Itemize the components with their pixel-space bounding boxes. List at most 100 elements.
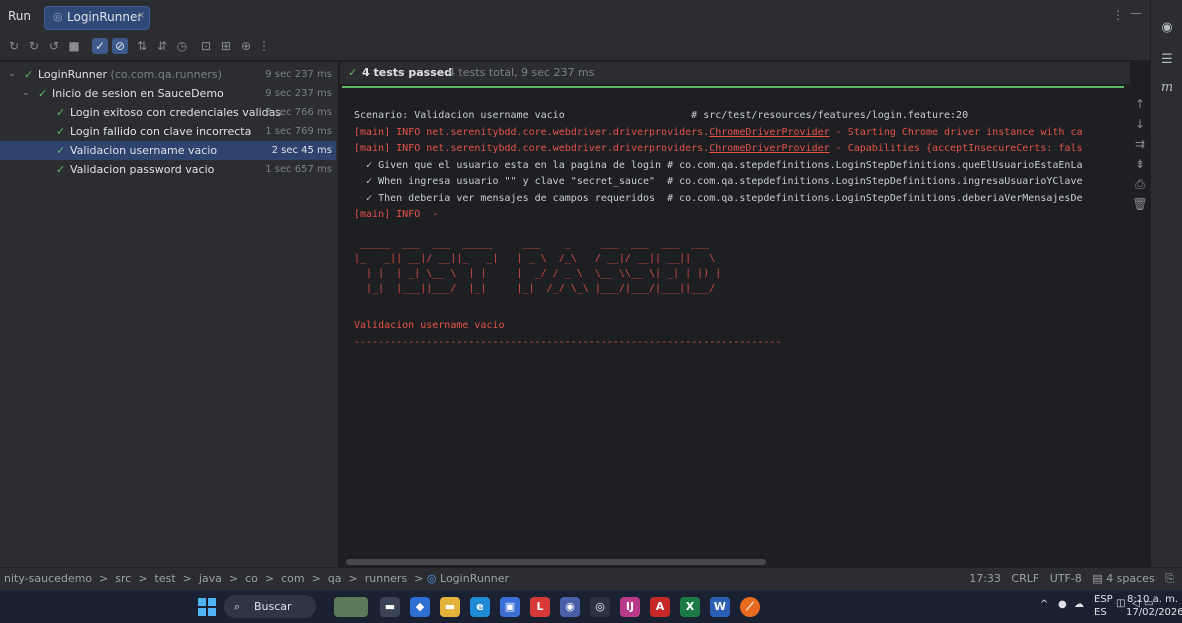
excel-icon[interactable]: X [680,597,700,617]
rerun-icon[interactable]: ↻ [6,38,22,54]
minimize-icon[interactable]: — [1130,6,1142,20]
database-icon[interactable]: ☰ [1159,52,1175,68]
more-actions-icon[interactable]: ⋮ [256,38,272,54]
maven-icon[interactable]: m [1159,80,1175,96]
class-link[interactable]: ChromeDriverProvider [709,127,829,138]
test-name: Validacion password vacio [70,163,215,176]
breadcrumb[interactable]: nity-saucedemo > src > test > java > co … [4,568,509,590]
taskbar-search[interactable]: ⌕ Buscar [224,595,316,618]
task-view-icon[interactable]: ▬ [380,597,400,617]
passed-check-icon: ✓ [56,106,66,119]
arrow-down-icon[interactable]: ↓ [1132,116,1148,132]
feature-name: Inicio de sesion en SauceDemo [52,87,224,100]
windows-start-button[interactable] [198,598,216,616]
status-bar-right: 17:33 CRLF UTF-8 ▤ 4 spaces ⎘ [969,568,1174,590]
chrome-icon[interactable]: ◉ [560,597,580,617]
word-icon[interactable]: W [710,597,730,617]
app-tray-icon[interactable]: ● [1058,599,1067,610]
breadcrumb-path[interactable]: nity-saucedemo > src > test > java > co … [4,572,423,585]
read-only-lock-icon[interactable]: ⎘ [1165,572,1174,585]
test-results-tree: ⌄ ✓ LoginRunner (co.com.qa.runners) 9 se… [0,62,338,567]
right-tool-strip: ◉ ☰ m [1150,0,1182,590]
console-line-step: ✓ When ingresa usuario "" y clave "secre… [354,176,1083,187]
import-tests-icon[interactable]: ⊡ [198,38,214,54]
indent-setting[interactable]: 4 spaces [1106,572,1155,585]
widgets-icon[interactable] [334,597,368,617]
tab-loginrunner[interactable]: ◎ LoginRunner × [44,6,150,30]
app-icon[interactable]: ◆ [410,597,430,617]
tree-node-test[interactable]: ✓ Login fallido con clave incorrecta 1 s… [0,122,336,141]
run-tool-window-header: Run ◎ LoginRunner × ⋮ — [0,0,1150,35]
test-status-header: ✓ 4 tests passed 4 tests total, 9 sec 23… [340,62,1130,84]
arrow-up-icon[interactable]: ↑ [1132,96,1148,112]
app-l-icon[interactable]: L [530,597,550,617]
progress-bar [342,86,1124,88]
rerun-failed-icon[interactable]: ↻ [26,38,42,54]
tree-node-runner[interactable]: ⌄ ✓ LoginRunner (co.com.qa.runners) 9 se… [0,65,336,84]
wifi-icon[interactable]: ◫ [1116,598,1125,609]
chevron-down-icon[interactable]: ⌄ [8,65,16,84]
file-explorer-icon[interactable]: ▬ [440,597,460,617]
duration: 3 sec 766 ms [265,107,332,118]
clock-time: 8:10 a. m. [1126,594,1178,605]
edge-icon[interactable]: e [470,597,490,617]
ai-assistant-icon[interactable]: ◉ [1159,20,1175,36]
stop-icon[interactable]: ■ [66,38,82,54]
chevron-down-icon[interactable]: ⌄ [22,84,30,103]
console-output[interactable]: ✓ 4 tests passed 4 tests total, 9 sec 23… [340,62,1130,567]
sort-alphabetically-icon[interactable]: ⇅ [134,38,150,54]
clock[interactable]: 8:10 a. m. 17/02/2026 [1126,593,1182,619]
app-icon[interactable]: ◎ [590,597,610,617]
runner-icon: ◎ [53,10,63,23]
zoom-icon[interactable]: ⊕ [238,38,254,54]
store-icon[interactable]: ▣ [500,597,520,617]
tree-node-test[interactable]: ✓ Validacion password vacio 1 sec 657 ms [0,160,336,179]
scrollbar-thumb[interactable] [346,559,766,565]
runner-package: (co.com.qa.runners) [110,68,222,81]
more-options-icon[interactable]: ⋮ [1112,8,1124,22]
sort-by-duration-icon[interactable]: ⇵ [154,38,170,54]
duration: 9 sec 237 ms [265,69,332,80]
console-line-step: ✓ Given que el usuario esta en la pagina… [354,159,1083,171]
passed-check-icon: ✓ [56,125,66,138]
close-icon[interactable]: × [137,10,145,21]
tree-node-label: LoginRunner (co.com.qa.runners) [38,65,222,84]
trash-icon[interactable]: 🗑 [1132,196,1148,212]
tree-node-test[interactable]: ✓ Login exitoso con credenciales validas… [0,103,336,122]
file-encoding[interactable]: UTF-8 [1050,572,1082,585]
test-history-icon[interactable]: ◷ [174,38,190,54]
line-separator[interactable]: CRLF [1011,572,1039,585]
scroll-to-end-icon[interactable]: ⇟ [1132,156,1148,172]
onedrive-icon[interactable]: ☁ [1074,599,1084,610]
chevron-up-icon[interactable]: ^ [1040,599,1048,610]
runner-name: LoginRunner [38,68,108,81]
toggle-auto-test-icon[interactable]: ↺ [46,38,62,54]
status-bar: nity-saucedemo > src > test > java > co … [0,567,1182,591]
caret-position[interactable]: 17:33 [969,572,1001,585]
tree-node-feature[interactable]: ⌄ ✓ Inicio de sesion en SauceDemo 9 sec … [0,84,336,103]
test-name: Login exitoso con credenciales validas [70,106,282,119]
passed-check-icon: ✓ [56,144,66,157]
horizontal-scrollbar[interactable] [340,558,1130,566]
export-results-icon[interactable]: ⊞ [218,38,234,54]
log-prefix: [main] INFO net.serenitybdd.core.webdriv… [354,126,710,138]
language-indicator[interactable]: ESP ES [1094,593,1113,619]
duration: 2 sec 45 ms [271,145,332,156]
passed-check-icon: ✓ [56,163,66,176]
print-icon[interactable]: ⎙ [1132,176,1148,192]
clock-date: 17/02/2026 [1126,607,1182,618]
acrobat-icon[interactable]: A [650,597,670,617]
passed-check-icon: ✓ [24,68,34,81]
show-ignored-icon[interactable]: ⊘ [112,38,128,54]
class-link[interactable]: ChromeDriverProvider [709,143,829,154]
language-top: ESP [1094,594,1113,605]
console-line-scenario: Scenario: Validacion username vacio # sr… [354,110,969,121]
search-icon: ⌕ [234,600,241,613]
breadcrumb-runner[interactable]: LoginRunner [440,572,509,585]
show-passed-icon[interactable]: ✓ [92,38,108,54]
soft-wrap-icon[interactable]: ⇉ [1132,136,1148,152]
tree-node-test-selected[interactable]: ✓ Validacion username vacio 2 sec 45 ms [0,141,336,160]
tests-passed-label: 4 tests passed [362,66,453,79]
app-icon[interactable]: ⟋ [740,597,760,617]
intellij-icon[interactable]: IJ [620,597,640,617]
